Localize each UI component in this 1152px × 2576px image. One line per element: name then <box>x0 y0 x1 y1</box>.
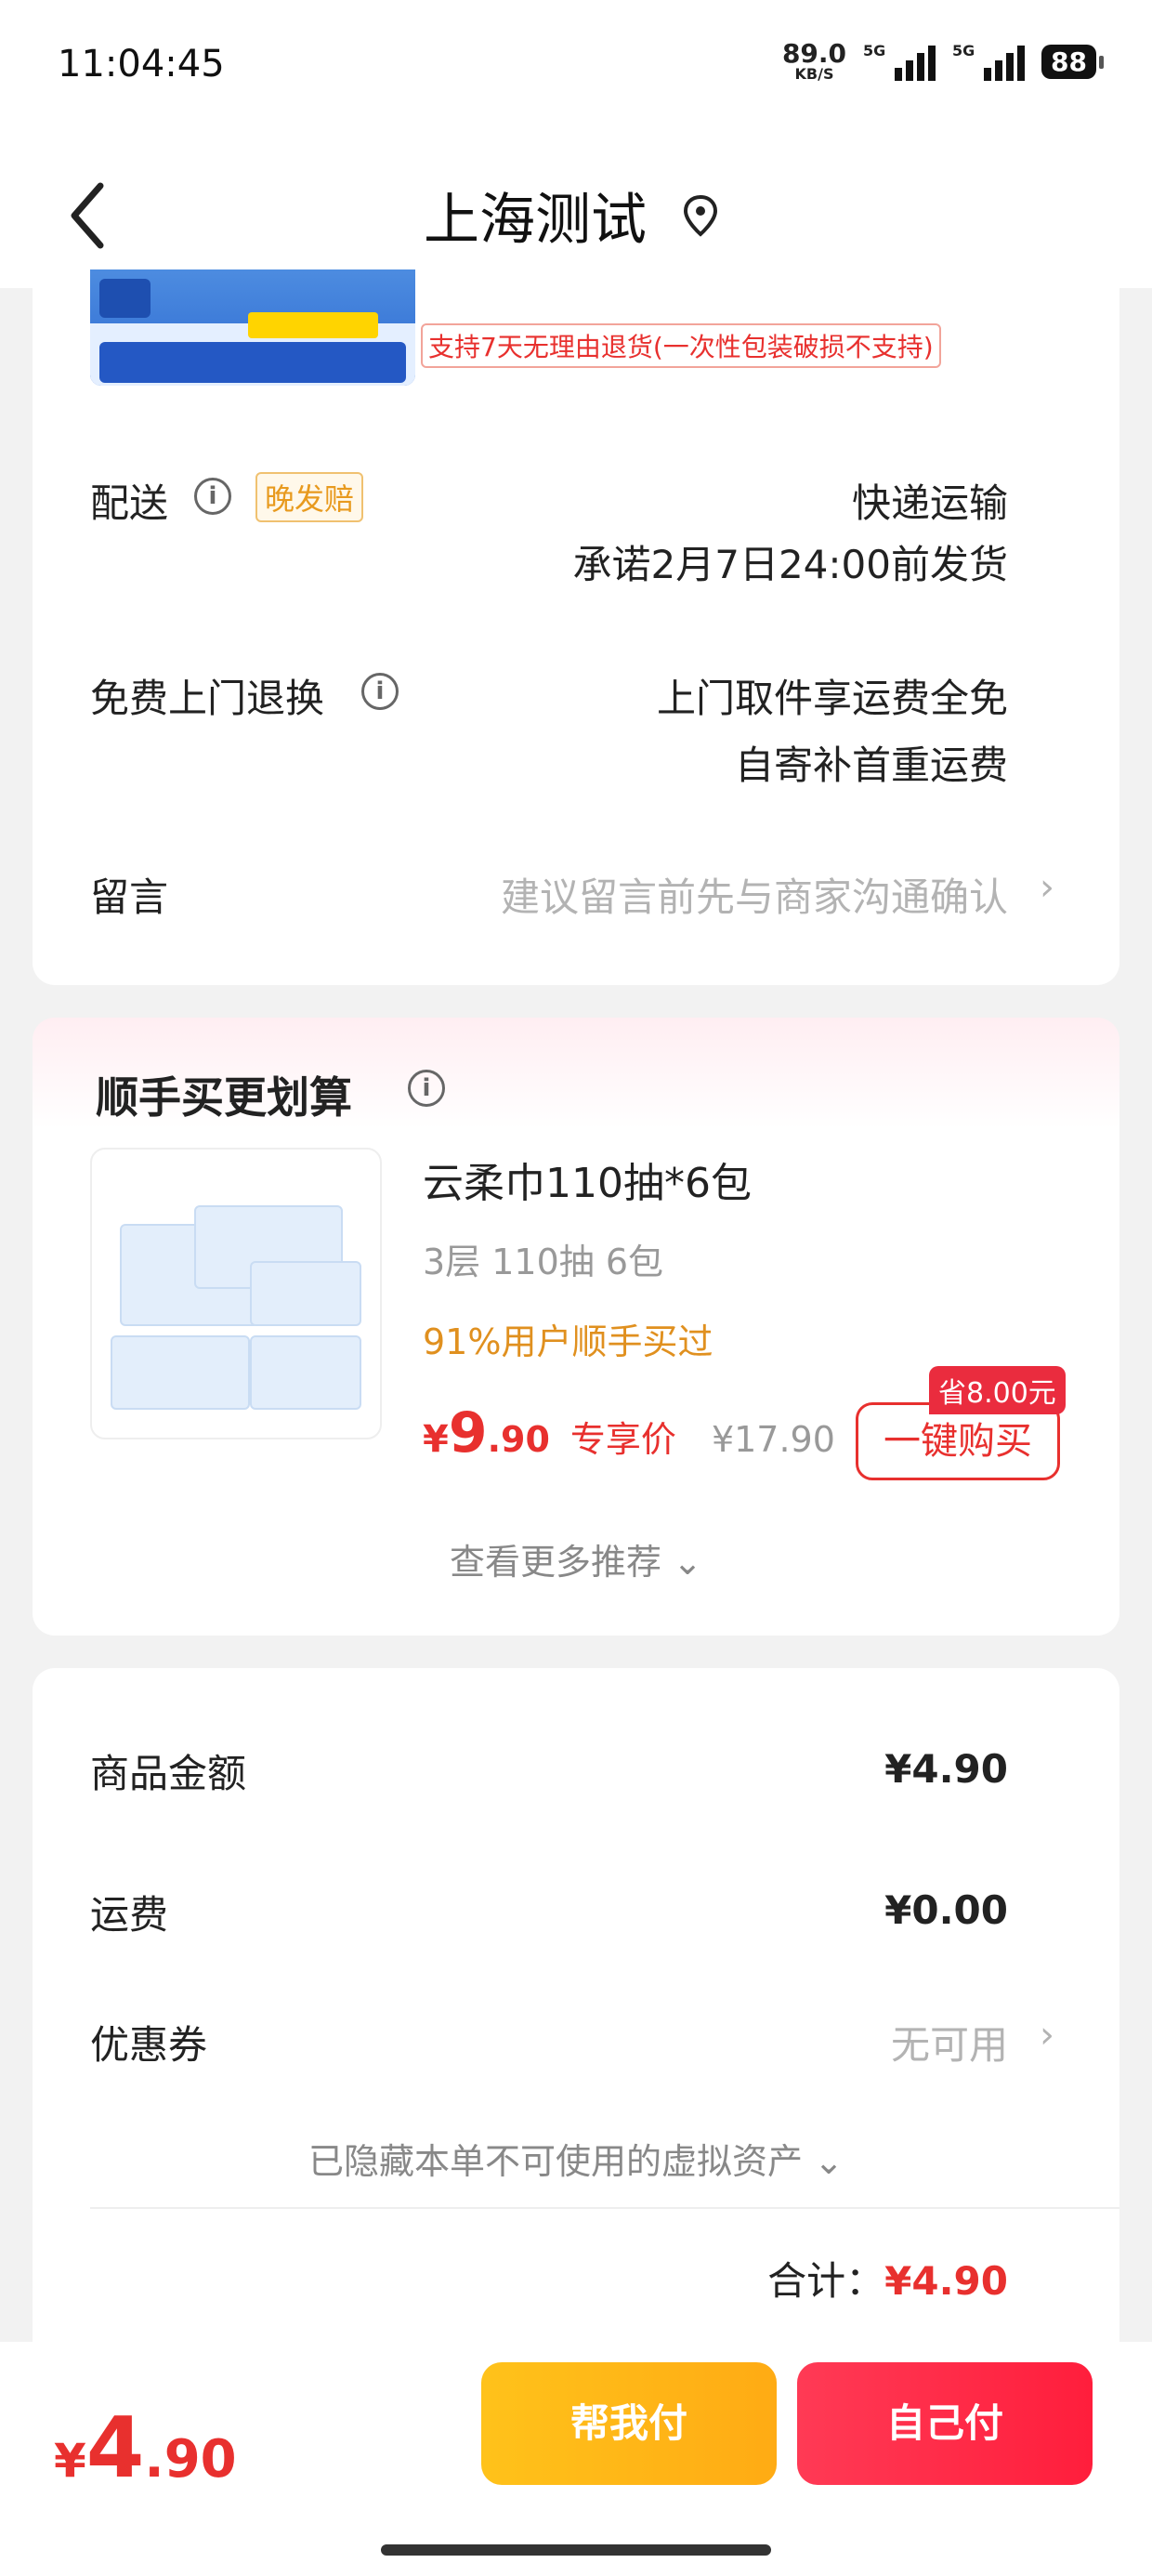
goods-amount-value: ¥4.90 <box>884 1746 1008 1792</box>
chevron-right-icon[interactable]: › <box>1040 2014 1054 2057</box>
pay-amount: ¥ 4 .90 <box>54 2399 237 2497</box>
sim1-label: 5G <box>863 42 886 59</box>
return-policy-tag: 支持7天无理由退货(一次性包装破损不支持) <box>421 323 941 368</box>
battery-icon: 88 <box>1041 44 1104 79</box>
bottom-action-bar: ¥ 4 .90 帮我付 自己付 <box>0 2342 1152 2576</box>
chevron-down-icon: ⌄ <box>814 2141 844 2182</box>
delivery-method: 快递运输 <box>851 480 1008 526</box>
coupon-value[interactable]: 无可用 <box>891 2014 1008 2070</box>
original-price: ¥17.90 <box>711 1419 835 1460</box>
network-speed-unit: KB/S <box>794 65 834 83</box>
pay-price-decimal: .90 <box>144 2429 237 2490</box>
more-recommendations-link[interactable]: 查看更多推荐 ⌄ <box>33 1533 1119 1584</box>
save-badge: 省8.00元 <box>929 1366 1066 1414</box>
more-recommendations-label: 查看更多推荐 <box>450 1542 662 1583</box>
location-pin-icon[interactable] <box>682 193 719 238</box>
recommend-card: 顺手买更划算 i 云柔巾110抽*6包 3层 110抽 6包 91%用户顺手买过… <box>33 1018 1119 1636</box>
price-summary-card: 商品金额 ¥4.90 运费 ¥0.00 优惠券 无可用 › 已隐藏本单不可使用的… <box>33 1668 1119 2356</box>
message-input[interactable]: 建议留言前先与商家沟通确认 <box>501 866 1008 923</box>
pay-myself-button[interactable]: 自己付 <box>797 2362 1093 2485</box>
status-time: 11:04:45 <box>58 43 225 85</box>
order-total: 合计：¥4.90 <box>767 2250 1008 2307</box>
hidden-assets-label: 已隐藏本单不可使用的虚拟资产 <box>308 2141 804 2182</box>
nav-header: 上海测试 <box>0 139 1152 288</box>
price-decimal: .90 <box>487 1419 550 1460</box>
coupon-label: 优惠券 <box>90 2022 208 2068</box>
network-speed: 89.0 KB/S <box>782 41 846 82</box>
page-title: 上海测试 <box>424 188 647 253</box>
signal-sim1-icon: 5G <box>863 42 936 81</box>
total-label: 合计： <box>767 2258 885 2304</box>
info-icon[interactable]: i <box>408 1070 445 1107</box>
chevron-left-icon[interactable] <box>63 178 115 253</box>
recommend-product-name[interactable]: 云柔巾110抽*6包 <box>423 1150 752 1209</box>
free-return-line1: 上门取件享运费全免 <box>656 676 1008 721</box>
recommend-price: ¥ 9 .90 专享价 ¥17.90 <box>423 1400 835 1465</box>
product-thumbnail[interactable] <box>90 269 415 386</box>
status-indicators: 89.0 KB/S 5G 5G 88 <box>782 41 1104 82</box>
price-symbol: ¥ <box>423 1418 449 1461</box>
home-indicator[interactable] <box>381 2544 771 2556</box>
delivery-promise: 承诺2月7日24:00前发货 <box>572 542 1008 587</box>
chevron-right-icon[interactable]: › <box>1040 866 1054 909</box>
free-return-label: 免费上门退换 <box>90 676 325 721</box>
exclusive-price-label: 专享价 <box>569 1419 676 1460</box>
message-label: 留言 <box>90 874 169 920</box>
goods-amount-label: 商品金额 <box>90 1751 247 1796</box>
info-icon[interactable]: i <box>361 673 399 710</box>
sim2-label: 5G <box>952 42 975 59</box>
signal-sim2-icon: 5G <box>952 42 1026 81</box>
shipping-label: 运费 <box>90 1892 169 1938</box>
delivery-label: 配送 <box>90 480 169 526</box>
free-return-line2: 自寄补首重运费 <box>734 743 1008 788</box>
status-bar: 11:04:45 89.0 KB/S 5G 5G 88 <box>0 0 1152 139</box>
price-integer: 9 <box>448 1400 488 1465</box>
order-info-card: 支持7天无理由退货(一次性包装破损不支持) 配送 i 晚发赔 快递运输 承诺2月… <box>33 269 1119 985</box>
total-value: ¥4.90 <box>884 2258 1008 2304</box>
hidden-assets-toggle[interactable]: 已隐藏本单不可使用的虚拟资产 ⌄ <box>33 2133 1119 2184</box>
recommend-product-image[interactable] <box>90 1148 382 1439</box>
recommend-title: 顺手买更划算 <box>96 1072 352 1123</box>
chevron-down-icon: ⌄ <box>673 1542 702 1583</box>
shipping-value: ¥0.00 <box>884 1887 1008 1933</box>
divider <box>90 2207 1119 2209</box>
recommend-product-stat: 91%用户顺手买过 <box>423 1321 713 1362</box>
late-compensation-badge: 晚发赔 <box>255 472 364 522</box>
help-me-pay-button[interactable]: 帮我付 <box>481 2362 777 2485</box>
info-icon[interactable]: i <box>194 478 231 515</box>
pay-price-symbol: ¥ <box>54 2434 86 2488</box>
network-speed-value: 89.0 <box>781 38 847 69</box>
pay-price-integer: 4 <box>85 2399 145 2497</box>
recommend-product-spec: 3层 110抽 6包 <box>423 1242 664 1282</box>
